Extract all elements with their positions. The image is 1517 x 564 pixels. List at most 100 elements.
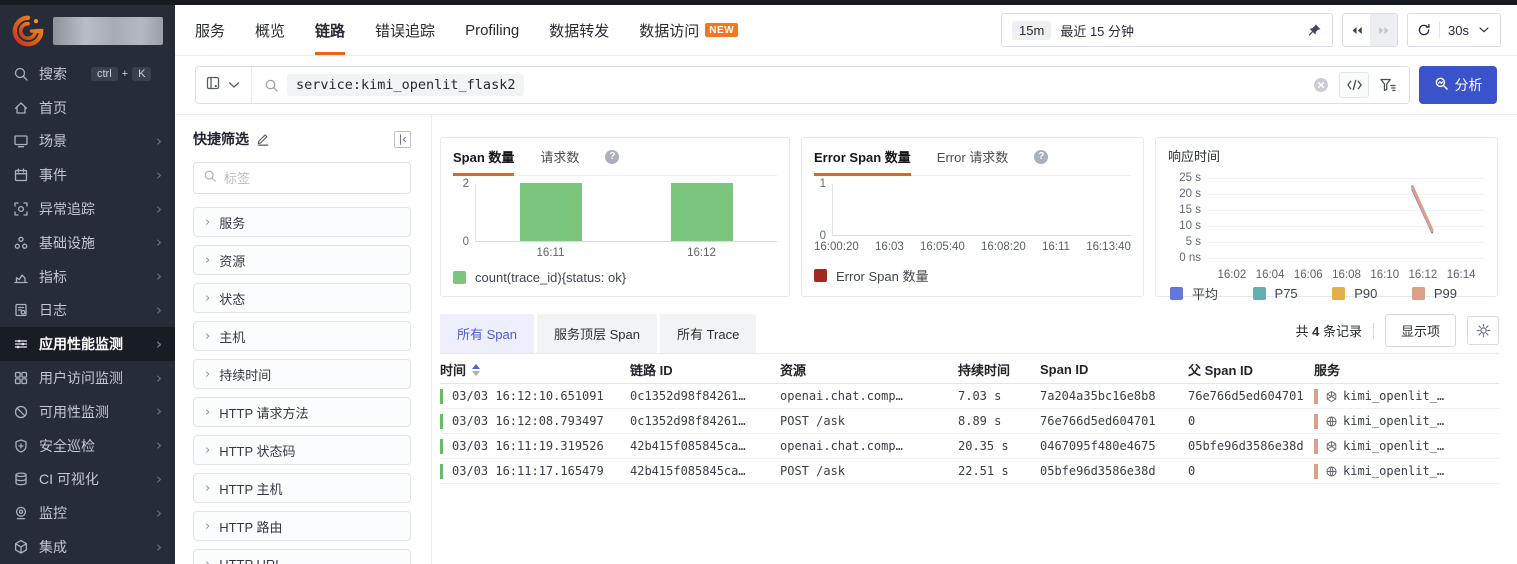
nav-tab-链路[interactable]: 链路 bbox=[315, 5, 345, 55]
sidebar-item-monitor[interactable]: 监控› bbox=[0, 496, 175, 530]
chevron-right-icon: › bbox=[156, 506, 162, 521]
results-tab-服务顶层 Span[interactable]: 服务顶层 Span bbox=[537, 314, 657, 353]
legend-item[interactable]: Error Span 数量 bbox=[814, 266, 928, 285]
clear-search-icon[interactable] bbox=[1313, 77, 1329, 93]
bar[interactable] bbox=[671, 183, 733, 241]
cell-value: 0467095f480e4675 bbox=[1040, 439, 1156, 453]
cell-value: 7.03 s bbox=[958, 389, 1001, 403]
display-columns-button[interactable]: 显示项 bbox=[1385, 314, 1456, 347]
refresh-icon[interactable] bbox=[1417, 23, 1431, 37]
time-range-label: 最近 15 分钟 bbox=[1060, 21, 1134, 40]
sidebar-item-infrastructure[interactable]: 基础设施› bbox=[0, 226, 175, 260]
filter-item[interactable]: ›HTTP 状态码 bbox=[193, 435, 411, 465]
sidebar-menu: 搜索ctrl+K首页场景›事件›异常追踪›基础设施›指标›日志›应用性能监测›用… bbox=[0, 57, 175, 564]
nav-tab-label: 数据转发 bbox=[549, 20, 609, 41]
pin-icon[interactable] bbox=[1307, 23, 1322, 38]
filter-item-label: HTTP 状态码 bbox=[219, 441, 295, 460]
time-range-picker[interactable]: 15m 最近 15 分钟 bbox=[1001, 13, 1333, 47]
sidebar-item-logs[interactable]: 日志› bbox=[0, 294, 175, 328]
legend-item[interactable]: 平均 bbox=[1170, 284, 1218, 303]
content-area: 快捷筛选 ›服务›资源›状态›主机›持续时间›HTTP 请求方法›HTTP 状态… bbox=[175, 115, 1517, 564]
nav-tab-服务[interactable]: 服务 bbox=[195, 5, 225, 55]
table-row[interactable]: 03/03 16:12:08.7934970c1352d98f84261…POS… bbox=[440, 409, 1499, 434]
collapse-panel-icon[interactable] bbox=[394, 131, 411, 148]
edit-icon[interactable] bbox=[256, 132, 270, 146]
sidebar-item-rum[interactable]: 用户访问监测› bbox=[0, 361, 175, 395]
sidebar-item-apm[interactable]: 应用性能监测› bbox=[0, 327, 175, 361]
filter-item[interactable]: ›服务 bbox=[193, 207, 411, 237]
chart-tab-Error 请求数[interactable]: Error 请求数 bbox=[937, 138, 1009, 175]
sidebar-item-home[interactable]: 首页 bbox=[0, 91, 175, 125]
work-area: Span 数量请求数?2016:1116:12count(trace_id){s… bbox=[432, 115, 1517, 564]
sidebar-item-event[interactable]: 事件› bbox=[0, 158, 175, 192]
filter-item[interactable]: ›HTTP 路由 bbox=[193, 511, 411, 541]
gear-icon[interactable] bbox=[1467, 316, 1499, 345]
x-tick-label: 16:11 bbox=[1042, 241, 1070, 256]
workspace-name-redacted[interactable] bbox=[53, 17, 163, 45]
filter-item[interactable]: ›HTTP URL bbox=[193, 549, 411, 564]
cell-value: openai.chat.comp… bbox=[780, 439, 903, 453]
table-row[interactable]: 03/03 16:11:17.16547942b415f085845ca…POS… bbox=[440, 459, 1499, 484]
logs-icon bbox=[13, 302, 29, 318]
sidebar-item-availability[interactable]: 可用性监测› bbox=[0, 395, 175, 429]
sidebar-item-integration[interactable]: 集成› bbox=[0, 530, 175, 564]
table-row[interactable]: 03/03 16:11:19.31952642b415f085845ca…ope… bbox=[440, 434, 1499, 459]
table-row[interactable]: 03/03 16:12:10.6510910c1352d98f84261…ope… bbox=[440, 384, 1499, 409]
column-header-label: 父 Span ID bbox=[1188, 360, 1253, 379]
legend-swatch bbox=[1332, 287, 1345, 300]
filter-item-label: 持续时间 bbox=[219, 365, 271, 384]
nav-tab-Profiling[interactable]: Profiling bbox=[465, 5, 519, 55]
chart-tab-Span 数量[interactable]: Span 数量 bbox=[453, 138, 514, 175]
column-header-时间[interactable]: 时间 bbox=[440, 360, 630, 379]
chevron-right-icon: › bbox=[156, 235, 162, 250]
step-back-icon[interactable] bbox=[1343, 14, 1370, 46]
cell-value: 05bfe96d3586e38d bbox=[1040, 464, 1156, 478]
legend-label: P90 bbox=[1354, 286, 1377, 301]
sidebar-item-scene[interactable]: 场景› bbox=[0, 125, 175, 159]
filter-icon[interactable] bbox=[1379, 77, 1397, 93]
code-mode-button[interactable] bbox=[1339, 72, 1369, 98]
guance-logo-icon[interactable] bbox=[12, 15, 44, 47]
auto-refresh-control[interactable]: 30s bbox=[1407, 13, 1501, 47]
sidebar-item-error-tracking[interactable]: 异常追踪› bbox=[0, 192, 175, 226]
sidebar-item-ci[interactable]: CI 可视化› bbox=[0, 463, 175, 497]
results-tab-所有 Span[interactable]: 所有 Span bbox=[440, 314, 534, 353]
tag-search-input[interactable] bbox=[224, 171, 401, 186]
results-tab-所有 Trace[interactable]: 所有 Trace bbox=[660, 314, 756, 353]
nav-tab-数据访问[interactable]: 数据访问NEW bbox=[639, 5, 738, 55]
filter-item[interactable]: ›HTTP 主机 bbox=[193, 473, 411, 503]
chart-tab-请求数[interactable]: 请求数 bbox=[540, 138, 579, 175]
filter-item[interactable]: ›资源 bbox=[193, 245, 411, 275]
sort-icon[interactable] bbox=[472, 364, 480, 376]
search-query-chip[interactable]: service:kimi_openlit_flask2 bbox=[287, 74, 524, 96]
legend-item[interactable]: P99 bbox=[1412, 286, 1457, 301]
nav-tab-数据转发[interactable]: 数据转发 bbox=[549, 5, 609, 55]
chart-tab-Error Span 数量[interactable]: Error Span 数量 bbox=[814, 138, 911, 175]
step-forward-icon[interactable] bbox=[1370, 14, 1397, 46]
filter-item[interactable]: ›状态 bbox=[193, 283, 411, 313]
help-icon[interactable]: ? bbox=[605, 150, 619, 164]
sidebar-item-label: 用户访问监测 bbox=[39, 368, 123, 388]
saved-view-selector[interactable] bbox=[196, 67, 252, 103]
legend-item[interactable]: P90 bbox=[1332, 286, 1377, 301]
filter-item-label: HTTP 请求方法 bbox=[219, 403, 308, 422]
sidebar-item-metrics[interactable]: 指标› bbox=[0, 260, 175, 294]
filter-item[interactable]: ›HTTP 请求方法 bbox=[193, 397, 411, 427]
analyze-button[interactable]: 分析 bbox=[1419, 66, 1497, 104]
legend-item[interactable]: P75 bbox=[1253, 286, 1298, 301]
filter-item[interactable]: ›主机 bbox=[193, 321, 411, 351]
sidebar-item-security[interactable]: 安全巡检› bbox=[0, 429, 175, 463]
chevron-down-icon bbox=[1477, 23, 1491, 37]
nav-tab-错误追踪[interactable]: 错误追踪 bbox=[375, 5, 435, 55]
service-color-bar bbox=[1314, 389, 1318, 404]
nav-tab-概览[interactable]: 概览 bbox=[255, 5, 285, 55]
time-step-controls bbox=[1342, 13, 1398, 47]
refresh-interval-value[interactable]: 30s bbox=[1448, 23, 1469, 38]
time-range-short-chip[interactable]: 15m bbox=[1012, 21, 1051, 40]
filter-item[interactable]: ›持续时间 bbox=[193, 359, 411, 389]
chevron-right-icon: › bbox=[156, 202, 162, 217]
bar[interactable] bbox=[520, 183, 582, 241]
legend-item[interactable]: count(trace_id){status: ok} bbox=[453, 270, 626, 285]
help-icon[interactable]: ? bbox=[1034, 150, 1048, 164]
sidebar-item-search[interactable]: 搜索ctrl+K bbox=[0, 57, 175, 91]
